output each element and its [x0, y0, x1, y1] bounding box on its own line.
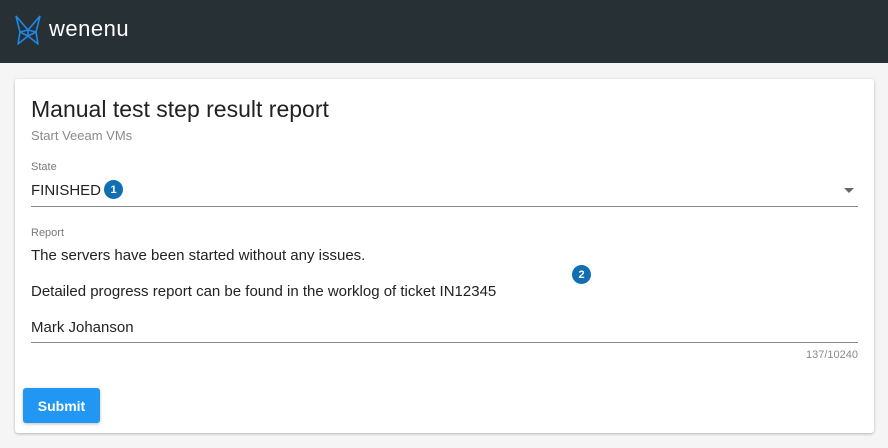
state-selected-value: FINISHED: [31, 182, 102, 199]
report-form-card: Manual test step result report Start Vee…: [15, 79, 874, 433]
page-title: Manual test step result report: [31, 96, 329, 122]
report-line: Detailed progress report can be found in…: [31, 283, 497, 300]
app-name[interactable]: wenenu: [49, 16, 129, 42]
submit-button[interactable]: Submit: [23, 388, 100, 423]
report-textarea[interactable]: The servers have been started without an…: [31, 241, 858, 343]
annotation-badge-1: 1: [104, 180, 123, 199]
report-line: Mark Johanson: [31, 319, 134, 336]
state-label: State: [31, 161, 57, 173]
wenenu-logo-icon[interactable]: [14, 14, 42, 46]
report-label: Report: [31, 227, 65, 239]
app-header: wenenu: [0, 0, 888, 63]
page-subtitle: Start Veeam VMs: [31, 128, 133, 143]
report-line: The servers have been started without an…: [31, 247, 366, 264]
state-select[interactable]: FINISHED 1: [31, 177, 858, 207]
chevron-down-icon[interactable]: [844, 188, 854, 193]
annotation-badge-2: 2: [572, 265, 591, 284]
character-counter: 137/10240: [806, 349, 858, 361]
